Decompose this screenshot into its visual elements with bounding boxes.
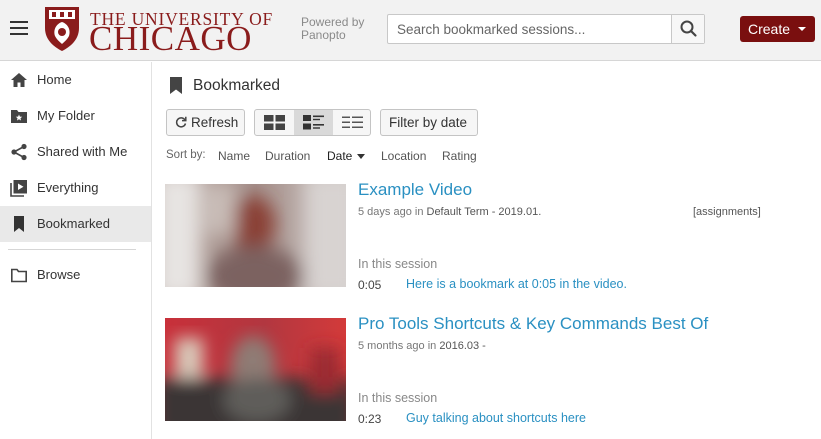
sort-descending-icon: [357, 154, 366, 159]
sidebar-item-label: Everything: [37, 180, 99, 195]
in-session-label: In this session: [358, 391, 438, 405]
refresh-label: Refresh: [191, 115, 239, 130]
compact-view-button[interactable]: [333, 110, 372, 135]
session-thumbnail[interactable]: [165, 184, 346, 287]
sidebar-item-bookmarked[interactable]: Bookmarked: [0, 206, 151, 242]
sort-label: Sort by:: [166, 149, 206, 161]
menu-icon[interactable]: [10, 21, 28, 35]
home-icon: [11, 73, 27, 87]
sort-by-date[interactable]: Date: [327, 149, 366, 163]
sort-by-name[interactable]: Name: [218, 149, 250, 163]
session-thumbnail[interactable]: [165, 318, 346, 421]
bookmark-icon: [14, 216, 24, 232]
sidebar-item-label: Home: [37, 72, 72, 87]
refresh-button[interactable]: Refresh: [166, 109, 245, 136]
play-stack-icon: [10, 180, 27, 197]
folder-star-icon: [11, 110, 27, 123]
caret-down-icon: [798, 27, 806, 31]
logo-text-main: CHICAGO: [89, 19, 252, 58]
create-button-label: Create: [748, 21, 791, 37]
search-input[interactable]: [388, 15, 673, 43]
university-shield-icon: [45, 7, 79, 51]
filter-by-date-button[interactable]: Filter by date: [380, 109, 478, 136]
session-meta: 5 days ago in Default Term - 2019.01.: [358, 206, 541, 218]
search-box: [387, 14, 705, 44]
sort-by-duration[interactable]: Duration: [265, 149, 310, 163]
search-button[interactable]: [671, 15, 704, 43]
session-folder-link[interactable]: 2016.03 -: [439, 340, 485, 352]
in-session-label: In this session: [358, 257, 438, 271]
share-icon: [11, 143, 27, 161]
view-mode-toggle: [254, 109, 371, 136]
bookmark-time: 0:23: [358, 412, 382, 426]
detail-list-icon: [303, 115, 324, 130]
sidebar-item-my-folder[interactable]: My Folder: [0, 98, 151, 134]
session-tag[interactable]: [assignments]: [693, 206, 761, 218]
sidebar-item-label: Bookmarked: [37, 216, 110, 231]
session-title-link[interactable]: Example Video: [358, 180, 472, 200]
session-title-link[interactable]: Pro Tools Shortcuts & Key Commands Best …: [358, 314, 708, 334]
thumbnail-view-button[interactable]: [255, 110, 294, 135]
search-icon: [680, 20, 697, 37]
page-title: Bookmarked: [193, 77, 281, 94]
sidebar-item-label: My Folder: [37, 108, 95, 123]
university-logo[interactable]: THE UNIVERSITY OF CHICAGO: [44, 6, 274, 58]
video-thumbnail-image: [165, 184, 346, 287]
video-thumbnail-image: [165, 318, 346, 421]
sort-by-location[interactable]: Location: [381, 149, 426, 163]
sidebar-divider: [8, 249, 136, 250]
sidebar-item-label: Browse: [37, 267, 81, 282]
session-folder-link[interactable]: Default Term - 2019.01.: [427, 206, 542, 218]
sidebar-item-browse[interactable]: Browse: [0, 257, 151, 293]
sidebar-nav: Home My Folder Shared with Me Everything…: [0, 62, 152, 439]
bookmark-time: 0:05: [358, 278, 382, 292]
sidebar-item-label: Shared with Me: [37, 144, 128, 159]
bookmark-icon: [170, 77, 182, 94]
detail-view-button[interactable]: [294, 110, 333, 135]
session-age: 5 months ago in: [358, 340, 437, 352]
session-age: 5 days ago in: [358, 206, 424, 218]
panopto-line: Panopto: [301, 28, 346, 42]
bookmark-link[interactable]: Guy talking about shortcuts here: [406, 411, 586, 425]
bookmark-link[interactable]: Here is a bookmark at 0:05 in the video.: [406, 277, 627, 291]
session-meta: 5 months ago in 2016.03 -: [358, 340, 486, 352]
sort-by-rating[interactable]: Rating: [442, 149, 477, 163]
sidebar-item-home[interactable]: Home: [0, 62, 151, 98]
create-button[interactable]: Create: [740, 16, 815, 42]
powered-by-panopto: Powered by Panopto: [301, 16, 364, 42]
top-header: THE UNIVERSITY OF CHICAGO Powered by Pan…: [0, 0, 821, 61]
sort-date-label: Date: [327, 149, 353, 163]
grid-view-icon: [264, 115, 285, 130]
sidebar-item-everything[interactable]: Everything: [0, 170, 151, 206]
compact-list-icon: [342, 116, 363, 128]
folder-icon: [11, 268, 27, 283]
sidebar-item-shared[interactable]: Shared with Me: [0, 134, 151, 170]
refresh-icon: [175, 116, 187, 128]
filter-label: Filter by date: [389, 115, 468, 130]
